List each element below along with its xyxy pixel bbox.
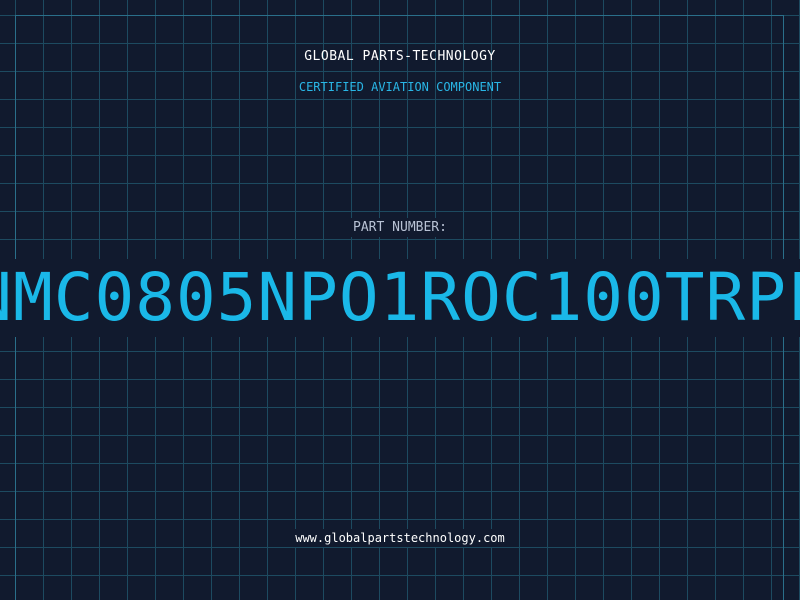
part-number-value: NMC0805NPO1ROC100TRPF (0, 259, 800, 336)
part-number-label-row: PART NUMBER: (0, 218, 800, 237)
company-name: GLOBAL PARTS-TECHNOLOGY (304, 49, 496, 64)
website-row: www.globalpartstechnology.com (0, 529, 800, 547)
website-url: www.globalpartstechnology.com (292, 529, 508, 547)
part-number-label: PART NUMBER: (349, 218, 451, 237)
label-canvas: GLOBAL PARTS-TECHNOLOGY CERTIFIED AVIATI… (0, 0, 800, 600)
certification-text: CERTIFIED AVIATION COMPONENT (298, 80, 502, 94)
part-number-band: NMC0805NPO1ROC100TRPF (0, 259, 800, 337)
